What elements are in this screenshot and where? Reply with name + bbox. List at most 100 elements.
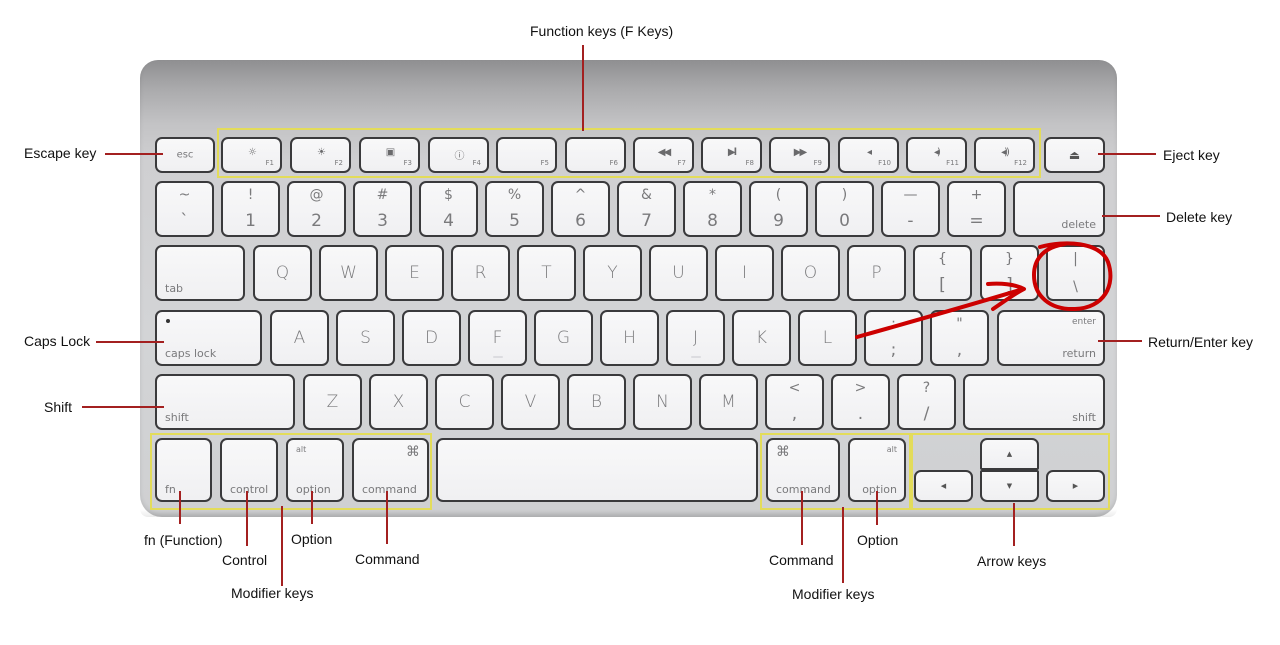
key-shift-right[interactable]: shift: [963, 374, 1105, 430]
key-letter-h[interactable]: H: [600, 310, 659, 366]
key-f9[interactable]: ▶▶ F9: [769, 137, 830, 173]
key-letter-j[interactable]: J: [666, 310, 725, 366]
key-main-symbol: `: [180, 211, 189, 231]
key-letter-z[interactable]: Z: [303, 374, 362, 430]
key-option-left-label: option: [296, 483, 331, 496]
key-letter-g[interactable]: G: [534, 310, 593, 366]
key-option-left[interactable]: alt option: [286, 438, 344, 502]
key-space[interactable]: [436, 438, 758, 502]
key-arrow-right[interactable]: ▶: [1046, 470, 1105, 502]
key-letter-n[interactable]: N: [633, 374, 692, 430]
key-letter-e[interactable]: E: [385, 245, 444, 301]
key-letter-y[interactable]: Y: [583, 245, 642, 301]
key-letter-label: B: [590, 392, 603, 412]
key-number[interactable]: $4: [419, 181, 478, 237]
key-letter-w[interactable]: W: [319, 245, 378, 301]
key-f10-label: F10: [878, 159, 891, 167]
key-letter-u[interactable]: U: [649, 245, 708, 301]
callout-shift: Shift: [44, 399, 73, 415]
key-letter-f[interactable]: F: [468, 310, 527, 366]
key-number[interactable]: #3: [353, 181, 412, 237]
key-main-symbol: 6: [575, 211, 586, 231]
key-comma[interactable]: <,: [765, 374, 824, 430]
key-f1[interactable]: ☼ F1: [221, 137, 282, 173]
key-letter-m[interactable]: M: [699, 374, 758, 430]
key-left-bracket[interactable]: {[: [913, 245, 972, 301]
key-letter-d[interactable]: D: [402, 310, 461, 366]
key-delete[interactable]: delete: [1013, 181, 1105, 237]
key-letter-k[interactable]: K: [732, 310, 791, 366]
rewind-icon: ◀◀: [657, 147, 671, 158]
key-number[interactable]: ^ 6: [551, 181, 610, 237]
key-caps-lock[interactable]: caps lock: [155, 310, 262, 366]
key-arrow-left[interactable]: ◀: [914, 470, 973, 502]
key-right-bracket[interactable]: }]: [980, 245, 1039, 301]
key-f5[interactable]: F5: [496, 137, 557, 173]
key-letter-q[interactable]: Q: [253, 245, 312, 301]
callout-arrow-keys: Arrow keys: [977, 553, 1047, 569]
key-letter-l[interactable]: L: [798, 310, 857, 366]
key-letter-i[interactable]: I: [715, 245, 774, 301]
key-main-symbol: 2: [311, 211, 322, 231]
key-letter-c[interactable]: C: [435, 374, 494, 430]
key-esc[interactable]: esc: [155, 137, 215, 173]
key-number[interactable]: ! 1: [221, 181, 280, 237]
key-slash[interactable]: ? /: [897, 374, 956, 430]
key-tab[interactable]: tab: [155, 245, 245, 301]
key-f11[interactable]: ◂) F11: [906, 137, 967, 173]
key-quote[interactable]: ",: [930, 310, 989, 366]
callout-option-right: Option: [857, 532, 899, 548]
key-number[interactable]: % 5: [485, 181, 544, 237]
callout-caps-lock: Caps Lock: [24, 333, 91, 349]
key-letter-p[interactable]: P: [847, 245, 906, 301]
key-letter-x[interactable]: X: [369, 374, 428, 430]
key-f8[interactable]: ▶ll F8: [701, 137, 762, 173]
key-shift-symbol: ): [841, 187, 848, 203]
key-shift-symbol: }: [1005, 251, 1014, 267]
key-number[interactable]: — -: [881, 181, 940, 237]
key-arrow-down[interactable]: ▼: [980, 470, 1039, 502]
key-backslash[interactable]: | \: [1046, 245, 1105, 301]
key-f7[interactable]: ◀◀ F7: [633, 137, 694, 173]
key-letter-t[interactable]: T: [517, 245, 576, 301]
key-number[interactable]: + =: [947, 181, 1006, 237]
key-f12[interactable]: ◂)) F12: [974, 137, 1035, 173]
key-f4[interactable]: ⓘ F4: [428, 137, 489, 173]
key-f2[interactable]: ☀ F2: [290, 137, 351, 173]
key-letter-a[interactable]: A: [270, 310, 329, 366]
key-shift-symbol: $: [444, 187, 453, 203]
key-letter-label: O: [803, 263, 818, 283]
key-shift-symbol: +: [970, 187, 983, 203]
key-semicolon[interactable]: :;: [864, 310, 923, 366]
key-f4-label: F4: [472, 159, 481, 167]
key-number[interactable]: ) 0: [815, 181, 874, 237]
key-letter-v[interactable]: V: [501, 374, 560, 430]
key-command-right[interactable]: ⌘ command: [766, 438, 840, 502]
key-command-left[interactable]: ⌘ command: [352, 438, 429, 502]
key-fn[interactable]: fn: [155, 438, 212, 502]
key-letter-b[interactable]: B: [567, 374, 626, 430]
key-number[interactable]: (9: [749, 181, 808, 237]
key-letter-o[interactable]: O: [781, 245, 840, 301]
key-eject[interactable]: ⏏: [1044, 137, 1105, 173]
key-f3[interactable]: ▣ F3: [359, 137, 420, 173]
key-period[interactable]: >.: [831, 374, 890, 430]
key-arrow-up[interactable]: ▲: [980, 438, 1039, 470]
key-main-symbol: ;: [890, 340, 897, 360]
key-f10[interactable]: ◂ F10: [838, 137, 899, 173]
key-f6[interactable]: F6: [565, 137, 626, 173]
key-letter-r[interactable]: R: [451, 245, 510, 301]
key-letter-label: N: [656, 392, 669, 412]
brightness-down-icon: ☼: [248, 147, 257, 158]
key-shift-symbol: {: [938, 251, 947, 267]
key-shift-left[interactable]: shift: [155, 374, 295, 430]
key-number[interactable]: ~ `: [155, 181, 214, 237]
key-letter-s[interactable]: S: [336, 310, 395, 366]
key-number[interactable]: * 8: [683, 181, 742, 237]
key-number[interactable]: @2: [287, 181, 346, 237]
key-number[interactable]: & 7: [617, 181, 676, 237]
key-return[interactable]: enter return: [997, 310, 1105, 366]
key-control[interactable]: control: [220, 438, 278, 502]
key-letter-label: K: [755, 328, 768, 348]
key-letter-label: W: [340, 263, 357, 283]
